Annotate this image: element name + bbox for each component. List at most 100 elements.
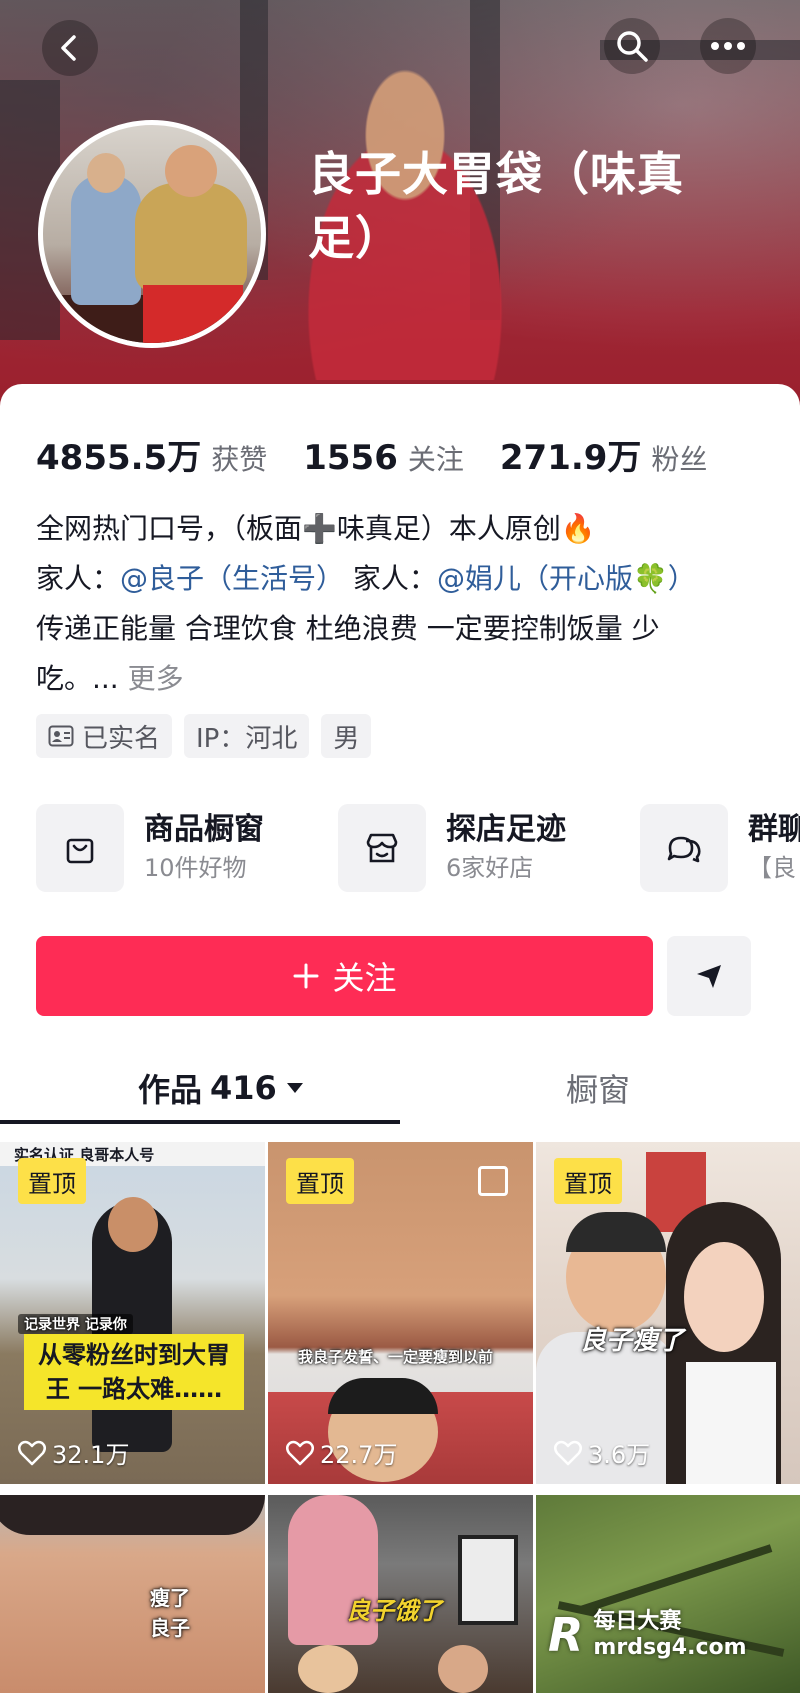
store-visits-shortcut[interactable]: 探店足迹 6家好店 (338, 802, 566, 894)
video-likes-count: 3.6万 (588, 1441, 651, 1469)
ip-tag-label: IP：河北 (196, 723, 298, 754)
shortcut-row: 商品橱窗 10件好物 探店足迹 6家好店 群聊 【良 (36, 802, 800, 894)
heart-outline-icon (286, 1440, 314, 1465)
video-caption: 良子饿了 (346, 1597, 442, 1625)
likes-count: 4855.5万 (36, 438, 202, 478)
content-tabs: 作品 416 橱窗 (0, 1052, 800, 1124)
shortcut-icon-box (338, 804, 426, 892)
thumbnail-figure (0, 1495, 265, 1535)
chat-bubbles-icon (667, 836, 701, 863)
likes-label: 获赞 (211, 443, 268, 476)
video-likes: 3.6万 (554, 1435, 650, 1470)
video-caption: 良子瘦了 (580, 1326, 685, 1356)
thumbnail-figure (438, 1645, 488, 1693)
video-likes: 22.7万 (286, 1435, 397, 1470)
bio-line: 吃。... 更多 (36, 654, 776, 704)
more-button[interactable] (700, 18, 756, 74)
bio: 全网热门口号，（板面➕味真足）本人原创🔥 家人：@良子（生活号） 家人：@娟儿（… (36, 504, 776, 704)
bio-text: 家人： (344, 562, 437, 595)
gender-tag: 男 (321, 714, 372, 758)
pinned-badge: 置顶 (286, 1158, 354, 1204)
bio-line: 家人：@良子（生活号） 家人：@娟儿（开心版🍀） (36, 554, 776, 604)
gender-tag-label: 男 (333, 723, 360, 754)
profile-nickname: 良子大胃袋（味真足） (308, 147, 684, 265)
verified-tag: 已实名 (36, 714, 173, 758)
watermark-line1: 每日大赛 (593, 1609, 682, 1634)
send-icon (697, 965, 721, 988)
shortcut-subtitle: 6家好店 (446, 854, 534, 882)
store-icon (366, 833, 398, 863)
message-button[interactable] (667, 936, 751, 1016)
thumbnail-decoration (458, 1535, 518, 1625)
more-dots-icon (711, 42, 745, 50)
following-label[interactable]: 关注 (408, 438, 464, 478)
shortcut-title: 商品橱窗 (144, 812, 264, 847)
shopping-bag-icon (66, 838, 94, 864)
video-thumbnail[interactable]: 实名认证 良哥本人号 记录世界 记录你 从零粉丝时到大胃王 一路太难…… 置顶 … (0, 1142, 265, 1484)
thumbnail-figure (686, 1362, 776, 1484)
watermark-logo: R (548, 1608, 584, 1662)
following-count[interactable]: 1556 (303, 438, 398, 478)
tab-shop-window[interactable]: 橱窗 (566, 1052, 630, 1124)
back-button[interactable] (42, 20, 98, 76)
video-likes-count: 32.1万 (52, 1441, 130, 1469)
watermark-line2: mrdsg4.com (593, 1635, 747, 1660)
active-tab-indicator (0, 1120, 400, 1124)
shortcut-icon-box (640, 804, 728, 892)
bio-text: 吃。... (36, 662, 128, 695)
pinned-badge: 置顶 (18, 1158, 86, 1204)
mention-link[interactable]: @良子（生活号） (120, 562, 344, 595)
heart-outline-icon (554, 1440, 582, 1465)
followers-count[interactable]: 271.9万 (500, 430, 642, 479)
shortcut-text: 探店足迹 6家好店 (446, 810, 566, 886)
mention-link[interactable]: @娟儿（开心版🍀） (437, 562, 696, 595)
video-thumbnail[interactable]: 良子饿了 (268, 1495, 533, 1693)
chevron-left-icon (61, 35, 76, 61)
follow-button[interactable]: 关注 (36, 936, 653, 1016)
video-caption: 从零粉丝时到大胃王 一路太难…… (24, 1334, 244, 1410)
video-thumbnail[interactable]: 我良子发誓、一定要瘦到以前 置顶 22.7万 (268, 1142, 533, 1484)
shortcut-subtitle: 【良 (748, 854, 796, 882)
shortcut-subtitle: 10件好物 (144, 854, 247, 882)
video-small-text: 记录世界 记录你 (18, 1314, 133, 1334)
stats-row: 4855.5万 获赞 1556 关注 271.9万 粉丝 (36, 430, 743, 479)
search-button[interactable] (604, 18, 660, 74)
video-likes-count: 22.7万 (320, 1441, 398, 1469)
bio-line: 传递正能量 合理饮食 杜绝浪费 一定要控制饭量 少 (36, 612, 660, 645)
tab-works-label: 作品 (138, 1071, 203, 1109)
thumbnail-figure (298, 1645, 358, 1693)
multi-image-icon (478, 1166, 508, 1196)
shortcut-text: 群聊 【良 (748, 810, 800, 886)
video-likes: 32.1万 (18, 1435, 129, 1470)
video-thumbnail[interactable]: 良子瘦了 置顶 3.6万 (536, 1142, 800, 1484)
shop-window-shortcut[interactable]: 商品橱窗 10件好物 (36, 802, 264, 894)
group-chat-shortcut[interactable]: 群聊 【良 (640, 802, 800, 894)
video-thumbnail[interactable]: 瘦了 良子 (0, 1495, 265, 1693)
id-card-icon (48, 725, 74, 747)
plus-icon (293, 963, 319, 989)
pinned-badge: 置顶 (554, 1158, 622, 1204)
tab-works-count: 416 (210, 1069, 277, 1107)
verified-tag-label: 已实名 (82, 723, 161, 754)
followers-label[interactable]: 粉丝 (651, 438, 707, 478)
shortcut-title: 群聊 (748, 812, 800, 847)
shortcut-icon-box (36, 804, 124, 892)
caret-down-icon[interactable] (285, 1081, 305, 1095)
thumbnail-figure (108, 1197, 158, 1252)
shortcut-title: 探店足迹 (446, 812, 566, 847)
video-caption: 我良子发誓、一定要瘦到以前 (298, 1348, 494, 1366)
avatar[interactable] (38, 120, 266, 348)
site-watermark: R 每日大赛 mrdsg4.com (548, 1600, 788, 1670)
heart-outline-icon (18, 1440, 46, 1465)
search-icon (617, 31, 648, 62)
bio-more-link[interactable]: 更多 (128, 662, 184, 695)
follow-button-label: 关注 (332, 959, 397, 997)
shortcut-text: 商品橱窗 10件好物 (144, 810, 264, 886)
profile-tags: 已实名 IP：河北 男 (36, 714, 372, 758)
thumbnail-figure (684, 1242, 764, 1352)
bio-text: 家人： (36, 562, 121, 595)
video-caption: 瘦了 良子 (150, 1586, 190, 1640)
ip-tag: IP：河北 (184, 714, 310, 758)
tab-works[interactable]: 作品 416 (138, 1052, 305, 1124)
bio-line: 全网热门口号，（板面➕味真足）本人原创🔥 (36, 512, 596, 545)
